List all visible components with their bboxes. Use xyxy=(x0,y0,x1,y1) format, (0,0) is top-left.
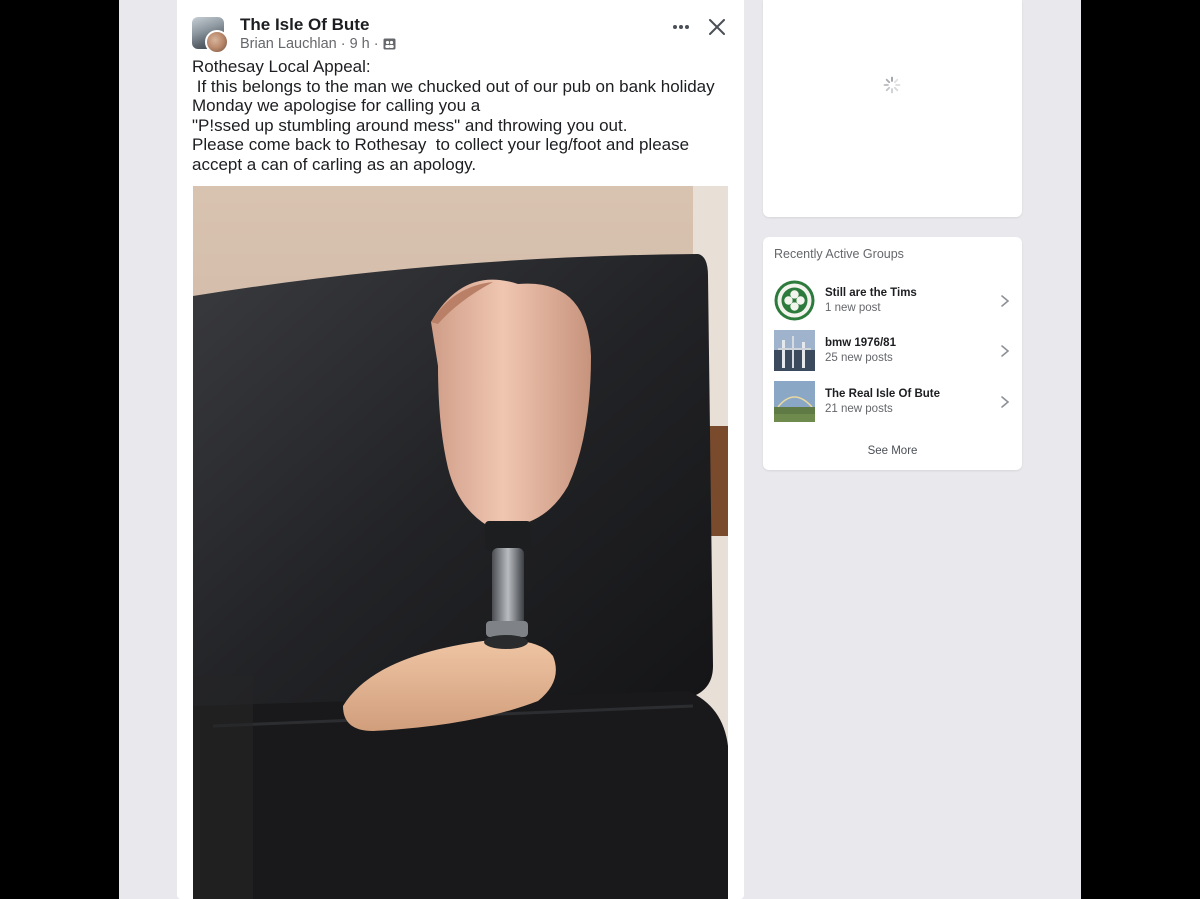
close-button[interactable] xyxy=(704,14,730,40)
post-time[interactable]: 9 h xyxy=(350,36,370,52)
group-name-link[interactable]: The Isle Of Bute xyxy=(240,15,369,35)
app-screen: The Isle Of Bute Brian Lauchlan · 9 h · xyxy=(119,0,1081,899)
loading-spinner-icon xyxy=(883,76,901,94)
group-name: bmw 1976/81 xyxy=(825,337,896,349)
more-options-button[interactable] xyxy=(668,17,694,37)
author-avatar xyxy=(205,30,229,54)
group-avatar[interactable] xyxy=(192,17,229,54)
post-body-text: Rothesay Local Appeal: If this belongs t… xyxy=(192,57,715,174)
group-activity: 21 new posts xyxy=(825,403,893,415)
see-more-link[interactable]: See More xyxy=(763,445,1022,457)
chevron-right-icon xyxy=(1001,295,1010,307)
post-card: The Isle Of Bute Brian Lauchlan · 9 h · xyxy=(177,0,744,899)
chevron-right-icon xyxy=(1001,396,1010,408)
post-photo[interactable] xyxy=(193,186,728,899)
author-name-link[interactable]: Brian Lauchlan xyxy=(240,36,337,52)
ellipsis-icon xyxy=(673,25,689,29)
group-row-bmw-1976-81[interactable]: bmw 1976/81 25 new posts xyxy=(763,330,1022,380)
meta-separator: · xyxy=(340,36,346,52)
sidebar-ad-card xyxy=(763,0,1022,217)
landscape-rainbow-thumbnail-icon xyxy=(774,381,815,422)
groups-card-title: Recently Active Groups xyxy=(774,247,904,261)
post-header: The Isle Of Bute Brian Lauchlan · 9 h · xyxy=(192,14,734,54)
post-meta: Brian Lauchlan · 9 h · xyxy=(240,36,396,52)
group-activity: 25 new posts xyxy=(825,352,893,364)
group-name: The Real Isle Of Bute xyxy=(825,388,941,400)
close-icon xyxy=(709,19,725,35)
meta-separator: · xyxy=(373,36,379,52)
celtic-crest-icon xyxy=(774,280,815,321)
group-name: Still are the Tims xyxy=(825,287,917,299)
group-activity: 1 new post xyxy=(825,302,881,314)
group-privacy-icon xyxy=(383,38,396,50)
group-row-still-are-the-tims[interactable]: Still are the Tims 1 new post xyxy=(763,280,1022,330)
chevron-right-icon xyxy=(1001,345,1010,357)
prosthetic-leg-photo-icon xyxy=(193,186,728,899)
recently-active-groups-card: Recently Active Groups Still are the Tim… xyxy=(763,237,1022,470)
bmw-group-thumbnail-icon xyxy=(774,330,815,371)
group-row-the-real-isle-of-bute[interactable]: The Real Isle Of Bute 21 new posts xyxy=(763,381,1022,431)
